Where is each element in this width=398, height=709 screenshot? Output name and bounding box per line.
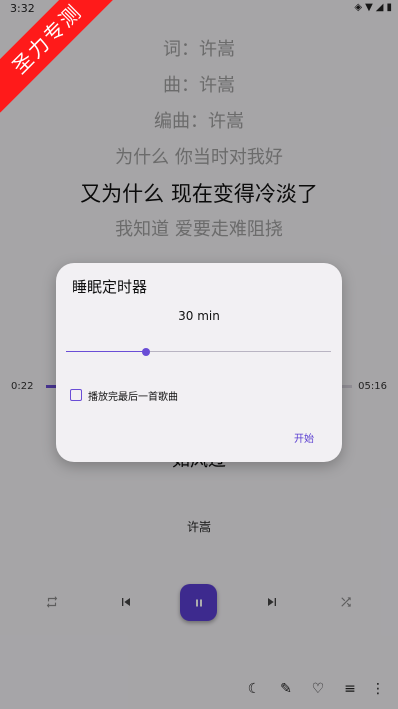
slider-thumb[interactable] <box>141 348 150 356</box>
dialog-title: 睡眠定时器 <box>72 278 148 296</box>
sleep-timer-dialog: 睡眠定时器 30 min 播放完最后一首歌曲 开始 <box>56 263 342 462</box>
start-button[interactable]: 开始 <box>294 430 314 445</box>
timer-value-label: 30 min <box>178 309 220 323</box>
slider-fill <box>66 351 146 352</box>
finish-last-song-label[interactable]: 播放完最后一首歌曲 <box>88 388 178 403</box>
finish-last-song-checkbox[interactable] <box>70 389 82 401</box>
timer-slider[interactable] <box>66 348 331 356</box>
